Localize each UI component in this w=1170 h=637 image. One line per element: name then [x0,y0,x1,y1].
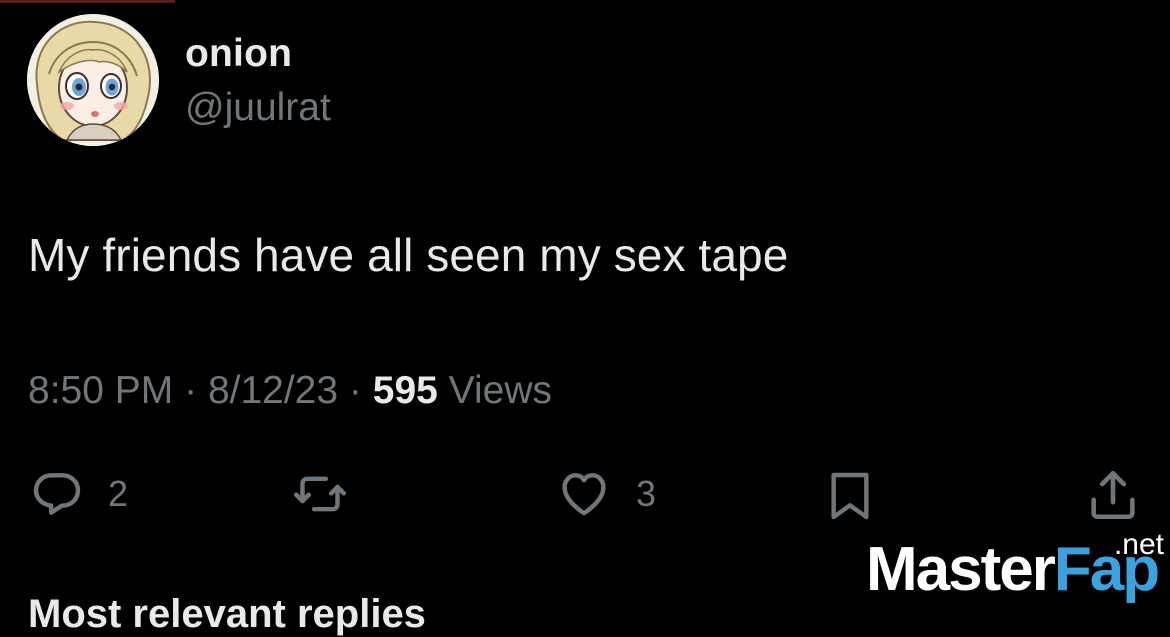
bookmark-icon [831,472,869,520]
retweet-icon [293,476,347,512]
share-button[interactable] [1084,466,1142,524]
retweet-button[interactable] [288,466,352,522]
user-handle[interactable]: @juulrat [185,86,331,130]
top-edge-bar [0,0,175,3]
avatar[interactable] [27,14,159,146]
avatar-illustration [27,14,159,146]
watermark-text-part1: Master [866,535,1056,604]
like-count: 3 [636,473,657,514]
tweet-meta: 8:50 PM · 8/12/23 · 595 Views [28,369,552,413]
display-name[interactable]: onion [185,32,292,76]
meta-separator: · [184,369,198,412]
bookmark-button[interactable] [822,466,878,526]
reply-button[interactable]: 2 [28,466,128,522]
watermark-tld: .net [1113,528,1164,561]
reply-icon [33,473,81,515]
replies-sort-header[interactable]: Most relevant replies [28,592,426,637]
share-icon [1091,470,1135,520]
tweet-time[interactable]: 8:50 PM [28,369,173,412]
views-count: 595 [372,369,438,412]
views-label: Views [448,369,552,412]
meta-separator: · [348,369,362,412]
like-button[interactable]: 3 [554,466,656,522]
heart-icon [562,473,606,516]
tweet-text: My friends have all seen my sex tape [28,229,789,281]
reply-count: 2 [108,473,129,514]
watermark-logo: MasterFap .net [866,528,1166,608]
tweet-date[interactable]: 8/12/23 [208,369,338,412]
